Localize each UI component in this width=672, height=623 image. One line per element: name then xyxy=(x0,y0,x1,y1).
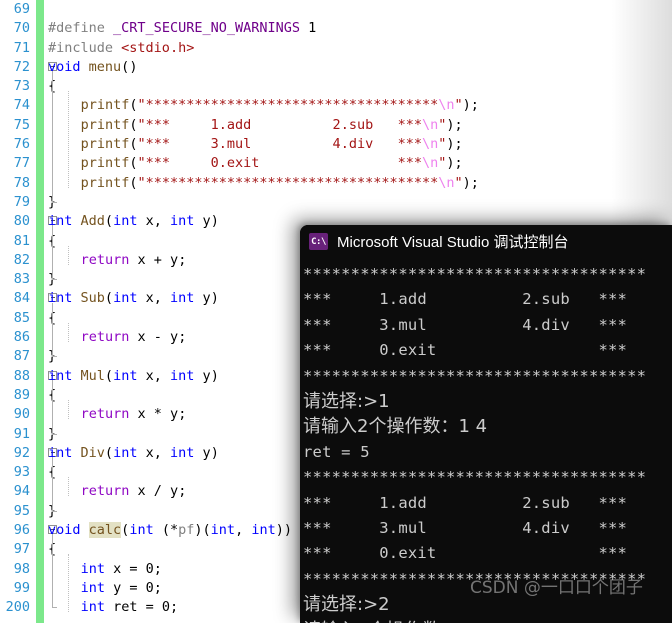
code-line-text: int Sub(int x, int y) xyxy=(48,290,219,307)
code-line-text: void calc(int (*pf)(int, int)) xyxy=(48,522,293,539)
fold-guide-end xyxy=(52,510,57,512)
line-number: 74 xyxy=(13,97,30,114)
code-line-text: #include <stdio.h> xyxy=(48,39,195,56)
console-line: 请输入2个操作数：1 4 xyxy=(303,416,488,438)
line-number: 89 xyxy=(13,386,30,403)
console-line: ************************************ xyxy=(303,366,647,385)
line-number: 95 xyxy=(13,502,30,519)
code-line-text: #define _CRT_SECURE_NO_WARNINGS 1 xyxy=(48,20,317,37)
line-number: 91 xyxy=(13,425,30,442)
line-number: 81 xyxy=(13,232,30,249)
code-line-text: void menu() xyxy=(48,58,138,75)
line-number: 80 xyxy=(13,213,30,230)
code-line-text: printf("*** 0.exit ***\n"); xyxy=(80,155,463,172)
screenshot-root: 69 70 #define _CRT_SECURE_NO_WARNINGS 1 71 #… xyxy=(0,0,672,623)
fold-guide-end xyxy=(52,202,57,203)
code-line[interactable]: 77 printf("*** 0.exit ***\n"); xyxy=(0,154,672,173)
indent-guide xyxy=(68,477,69,497)
code-line[interactable]: 69 xyxy=(0,0,672,19)
line-number: 71 xyxy=(13,39,30,56)
indent-guide xyxy=(68,554,69,613)
indent-guide xyxy=(68,245,69,265)
line-number: 84 xyxy=(13,290,30,307)
code-line[interactable]: 78 printf("*****************************… xyxy=(0,174,672,193)
code-line-text: int x = 0; xyxy=(80,560,162,577)
code-line-text: printf("********************************… xyxy=(80,97,479,114)
code-line[interactable]: 76 printf("*** 3.mul 4.div ***\n"); xyxy=(0,135,672,154)
console-line: ************************************ xyxy=(303,468,647,487)
fold-guide-line xyxy=(52,302,53,357)
code-line-text: printf("********************************… xyxy=(80,174,479,191)
line-number: 99 xyxy=(13,579,30,596)
console-line: *** 0.exit *** xyxy=(303,544,628,563)
console-window[interactable]: C:\ Microsoft Visual Studio 调试控制台 ******… xyxy=(300,225,672,623)
code-line[interactable]: 70 #define _CRT_SECURE_NO_WARNINGS 1 xyxy=(0,19,672,38)
line-number: 83 xyxy=(13,271,30,288)
console-titlebar[interactable]: C:\ Microsoft Visual Studio 调试控制台 xyxy=(300,225,672,258)
fold-guide-line xyxy=(52,379,53,434)
fold-guide-end xyxy=(52,356,57,358)
line-number: 88 xyxy=(13,367,30,384)
line-number: 96 xyxy=(13,522,30,539)
line-number: 78 xyxy=(13,174,30,191)
code-line[interactable]: 72 void menu() xyxy=(0,58,672,77)
console-line: ret = 5 xyxy=(303,442,370,461)
console-line: ************************************ xyxy=(303,569,647,588)
fold-guide-line xyxy=(52,225,53,280)
console-window-title: Microsoft Visual Studio 调试控制台 xyxy=(337,234,569,251)
code-line-text: int y = 0; xyxy=(80,579,162,596)
fold-guide-end xyxy=(52,433,57,435)
console-line: 请输入2个操作数：1 4 xyxy=(303,618,672,623)
code-line[interactable]: 75 printf("*** 1.add 2.sub ***\n"); xyxy=(0,116,672,135)
console-line: *** 1.add 2.sub *** xyxy=(303,493,628,512)
indent-guide xyxy=(68,400,69,420)
line-number: 200 xyxy=(5,599,30,616)
console-output[interactable]: ************************************ *** … xyxy=(300,258,672,623)
line-number: 98 xyxy=(13,560,30,577)
line-number: 93 xyxy=(13,464,30,481)
code-line-text: printf("*** 3.mul 4.div ***\n"); xyxy=(80,136,463,153)
code-line-text: int Div(int x, int y) xyxy=(48,444,219,461)
code-line[interactable]: 73{ xyxy=(0,77,672,96)
console-line: 请选择:>2 xyxy=(303,594,390,616)
line-number: 73 xyxy=(13,78,30,95)
code-line[interactable]: 71 #include <stdio.h> xyxy=(0,39,672,58)
console-line: 请选择:>1 xyxy=(303,391,390,413)
line-number: 92 xyxy=(13,444,30,461)
line-number: 72 xyxy=(13,58,30,75)
command-prompt-icon: C:\ xyxy=(309,233,328,250)
console-line: *** 3.mul 4.div *** xyxy=(303,315,628,334)
console-line: *** 3.mul 4.div *** xyxy=(303,519,628,538)
indent-guide xyxy=(68,322,69,343)
console-line: *** 1.add 2.sub *** xyxy=(303,290,628,309)
line-number: 87 xyxy=(13,348,30,365)
fold-guide-end xyxy=(52,279,57,281)
fold-guide-end xyxy=(52,607,57,609)
line-number: 94 xyxy=(13,483,30,500)
fold-guide-line xyxy=(52,456,53,511)
code-line-text: int Mul(int x, int y) xyxy=(48,367,219,384)
line-number: 75 xyxy=(13,116,30,133)
line-number: 90 xyxy=(13,406,30,423)
line-number: 79 xyxy=(13,193,30,210)
code-line-text: int Add(int x, int y) xyxy=(48,213,219,230)
line-number: 97 xyxy=(13,541,30,558)
command-prompt-icon-glyph: C:\ xyxy=(311,236,326,247)
line-number: 82 xyxy=(13,251,30,268)
line-number: 69 xyxy=(13,1,30,17)
line-number: 85 xyxy=(13,309,30,326)
fold-guide-line xyxy=(52,534,53,608)
line-number: 77 xyxy=(13,155,30,172)
console-line: *** 0.exit *** xyxy=(303,341,628,360)
line-number: 70 xyxy=(13,20,30,37)
line-number: 86 xyxy=(13,329,30,346)
console-line: ************************************ xyxy=(303,265,647,283)
code-line[interactable]: 79} xyxy=(0,193,672,212)
fold-guide-line xyxy=(52,70,53,202)
code-line[interactable]: 74 printf("*****************************… xyxy=(0,96,672,115)
code-line-text: printf("*** 1.add 2.sub ***\n"); xyxy=(80,116,463,133)
line-number: 76 xyxy=(13,136,30,153)
indent-guide xyxy=(68,91,69,188)
